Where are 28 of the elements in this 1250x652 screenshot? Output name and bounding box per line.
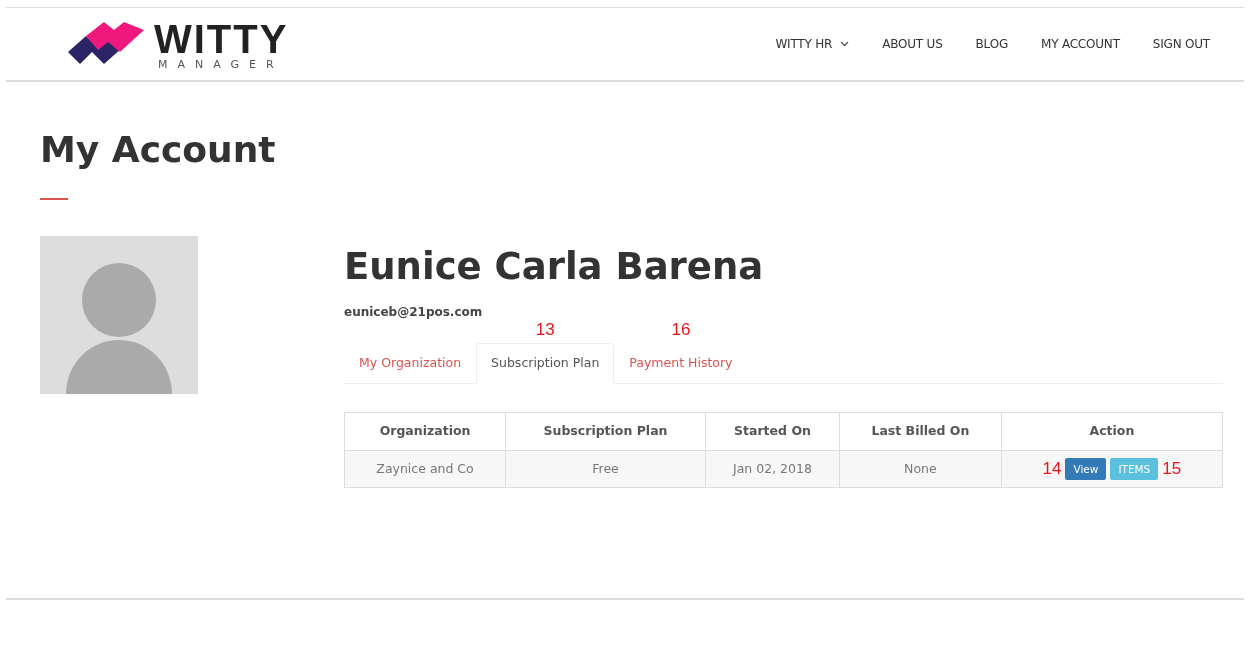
- tab[interactable]: Subscription Plan: [476, 343, 615, 384]
- annotation-number: 14: [1042, 460, 1062, 478]
- table-cell: Zaynice and Co: [344, 450, 506, 488]
- column-header: Last Billed On: [839, 412, 1002, 450]
- table-cell: Jan 02, 2018: [705, 450, 840, 488]
- profile-name: Eunice Carla Barena: [344, 248, 765, 285]
- annotation-number: 13: [534, 321, 556, 338]
- annotation-number: 15: [1162, 460, 1182, 478]
- page-title: My Account: [40, 132, 277, 168]
- column-header: Started On: [705, 412, 840, 450]
- column-header: Organization: [344, 412, 506, 450]
- annotation-number: 16: [670, 321, 692, 338]
- table-cell: Free: [505, 450, 706, 488]
- title-underline: [40, 198, 68, 200]
- nav-link[interactable]: BLOG: [975, 35, 1008, 53]
- logo-tagline: MANAGER: [158, 58, 285, 70]
- table-cell: None: [839, 450, 1002, 488]
- nav-link[interactable]: MY ACCOUNT: [1041, 35, 1120, 53]
- column-header: Subscription Plan: [505, 412, 706, 450]
- profile-email: euniceb@21pos.com: [344, 304, 484, 321]
- logo-wordmark: WITTY: [154, 18, 289, 59]
- action-button[interactable]: View: [1065, 457, 1107, 481]
- tab[interactable]: My Organization: [344, 343, 477, 384]
- column-header: Action: [1001, 412, 1223, 450]
- tab[interactable]: Payment History: [614, 343, 748, 384]
- nav-link[interactable]: ABOUT US: [882, 35, 943, 53]
- nav-link[interactable]: SIGN OUT: [1152, 35, 1210, 53]
- nav-link[interactable]: WITTY HR: [775, 35, 850, 53]
